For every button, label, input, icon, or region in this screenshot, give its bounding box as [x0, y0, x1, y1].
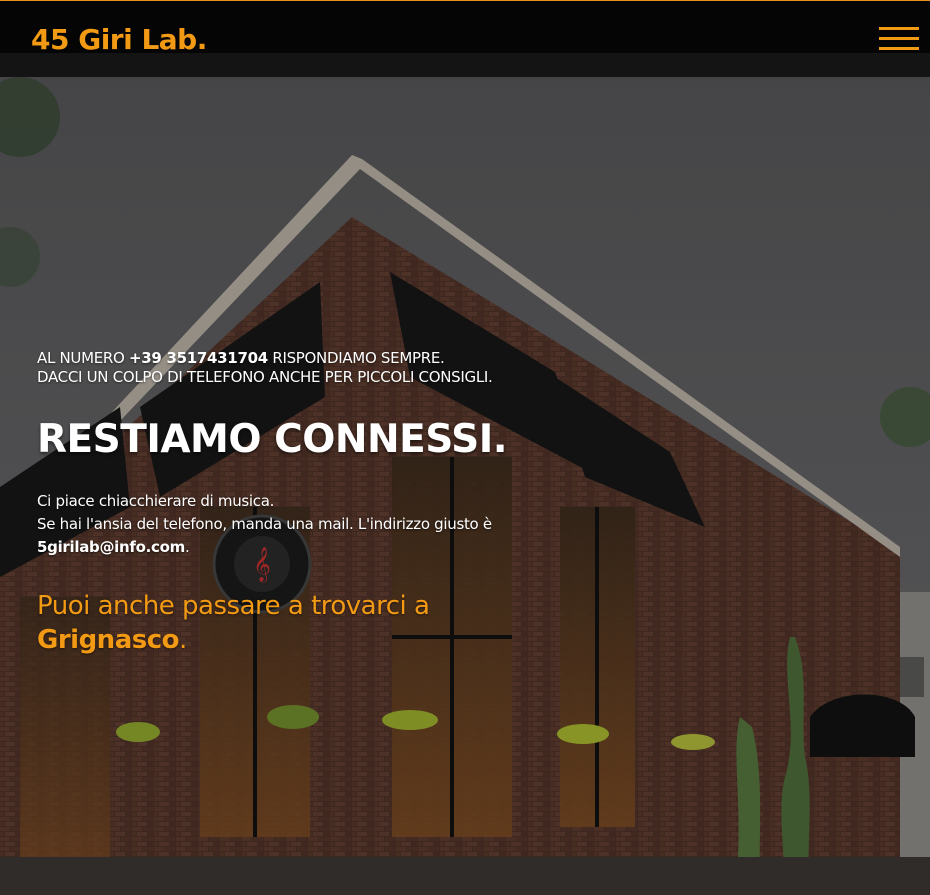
site-logo[interactable]: 45 Giri Lab. — [31, 23, 207, 56]
hamburger-menu-icon[interactable] — [879, 27, 919, 51]
contact-line2: Se hai l'ansia del telefono, manda una m… — [37, 515, 492, 533]
visit-paragraph: Puoi anche passare a trovarci a Grignasc… — [37, 589, 477, 657]
hero-section: 𝄞 AL NUMERO +39 3517431704 RISPONDIAMO S… — [0, 77, 930, 895]
header-band — [0, 53, 930, 77]
phone-callout: AL NUMERO +39 3517431704 RISPONDIAMO SEM… — [37, 349, 517, 387]
visit-prefix: Puoi anche passare a trovarci a — [37, 591, 430, 621]
email-suffix: . — [184, 538, 190, 556]
phone-number-link[interactable]: +39 3517431704 — [129, 349, 268, 367]
contact-paragraph: Ci piace chiacchierare di musica. Se hai… — [37, 490, 507, 559]
city-suffix: . — [179, 625, 187, 655]
city-link[interactable]: Grignasco — [37, 625, 180, 655]
hero-dark-overlay — [0, 77, 930, 895]
phone-callout-line2: DACCI UN COLPO DI TELEFONO ANCHE PER PIC… — [37, 368, 493, 386]
email-link[interactable]: 5giri​lab@info.com — [37, 538, 185, 556]
page-title: RESTIAMO CONNESSI. — [37, 417, 508, 462]
phone-callout-suffix: RISPONDIAMO SEMPRE. — [267, 349, 445, 367]
contact-line1: Ci piace chiacchierare di musica. — [37, 492, 275, 510]
site-header: 45 Giri Lab. — [0, 0, 930, 77]
phone-callout-prefix: AL NUMERO — [37, 349, 130, 367]
